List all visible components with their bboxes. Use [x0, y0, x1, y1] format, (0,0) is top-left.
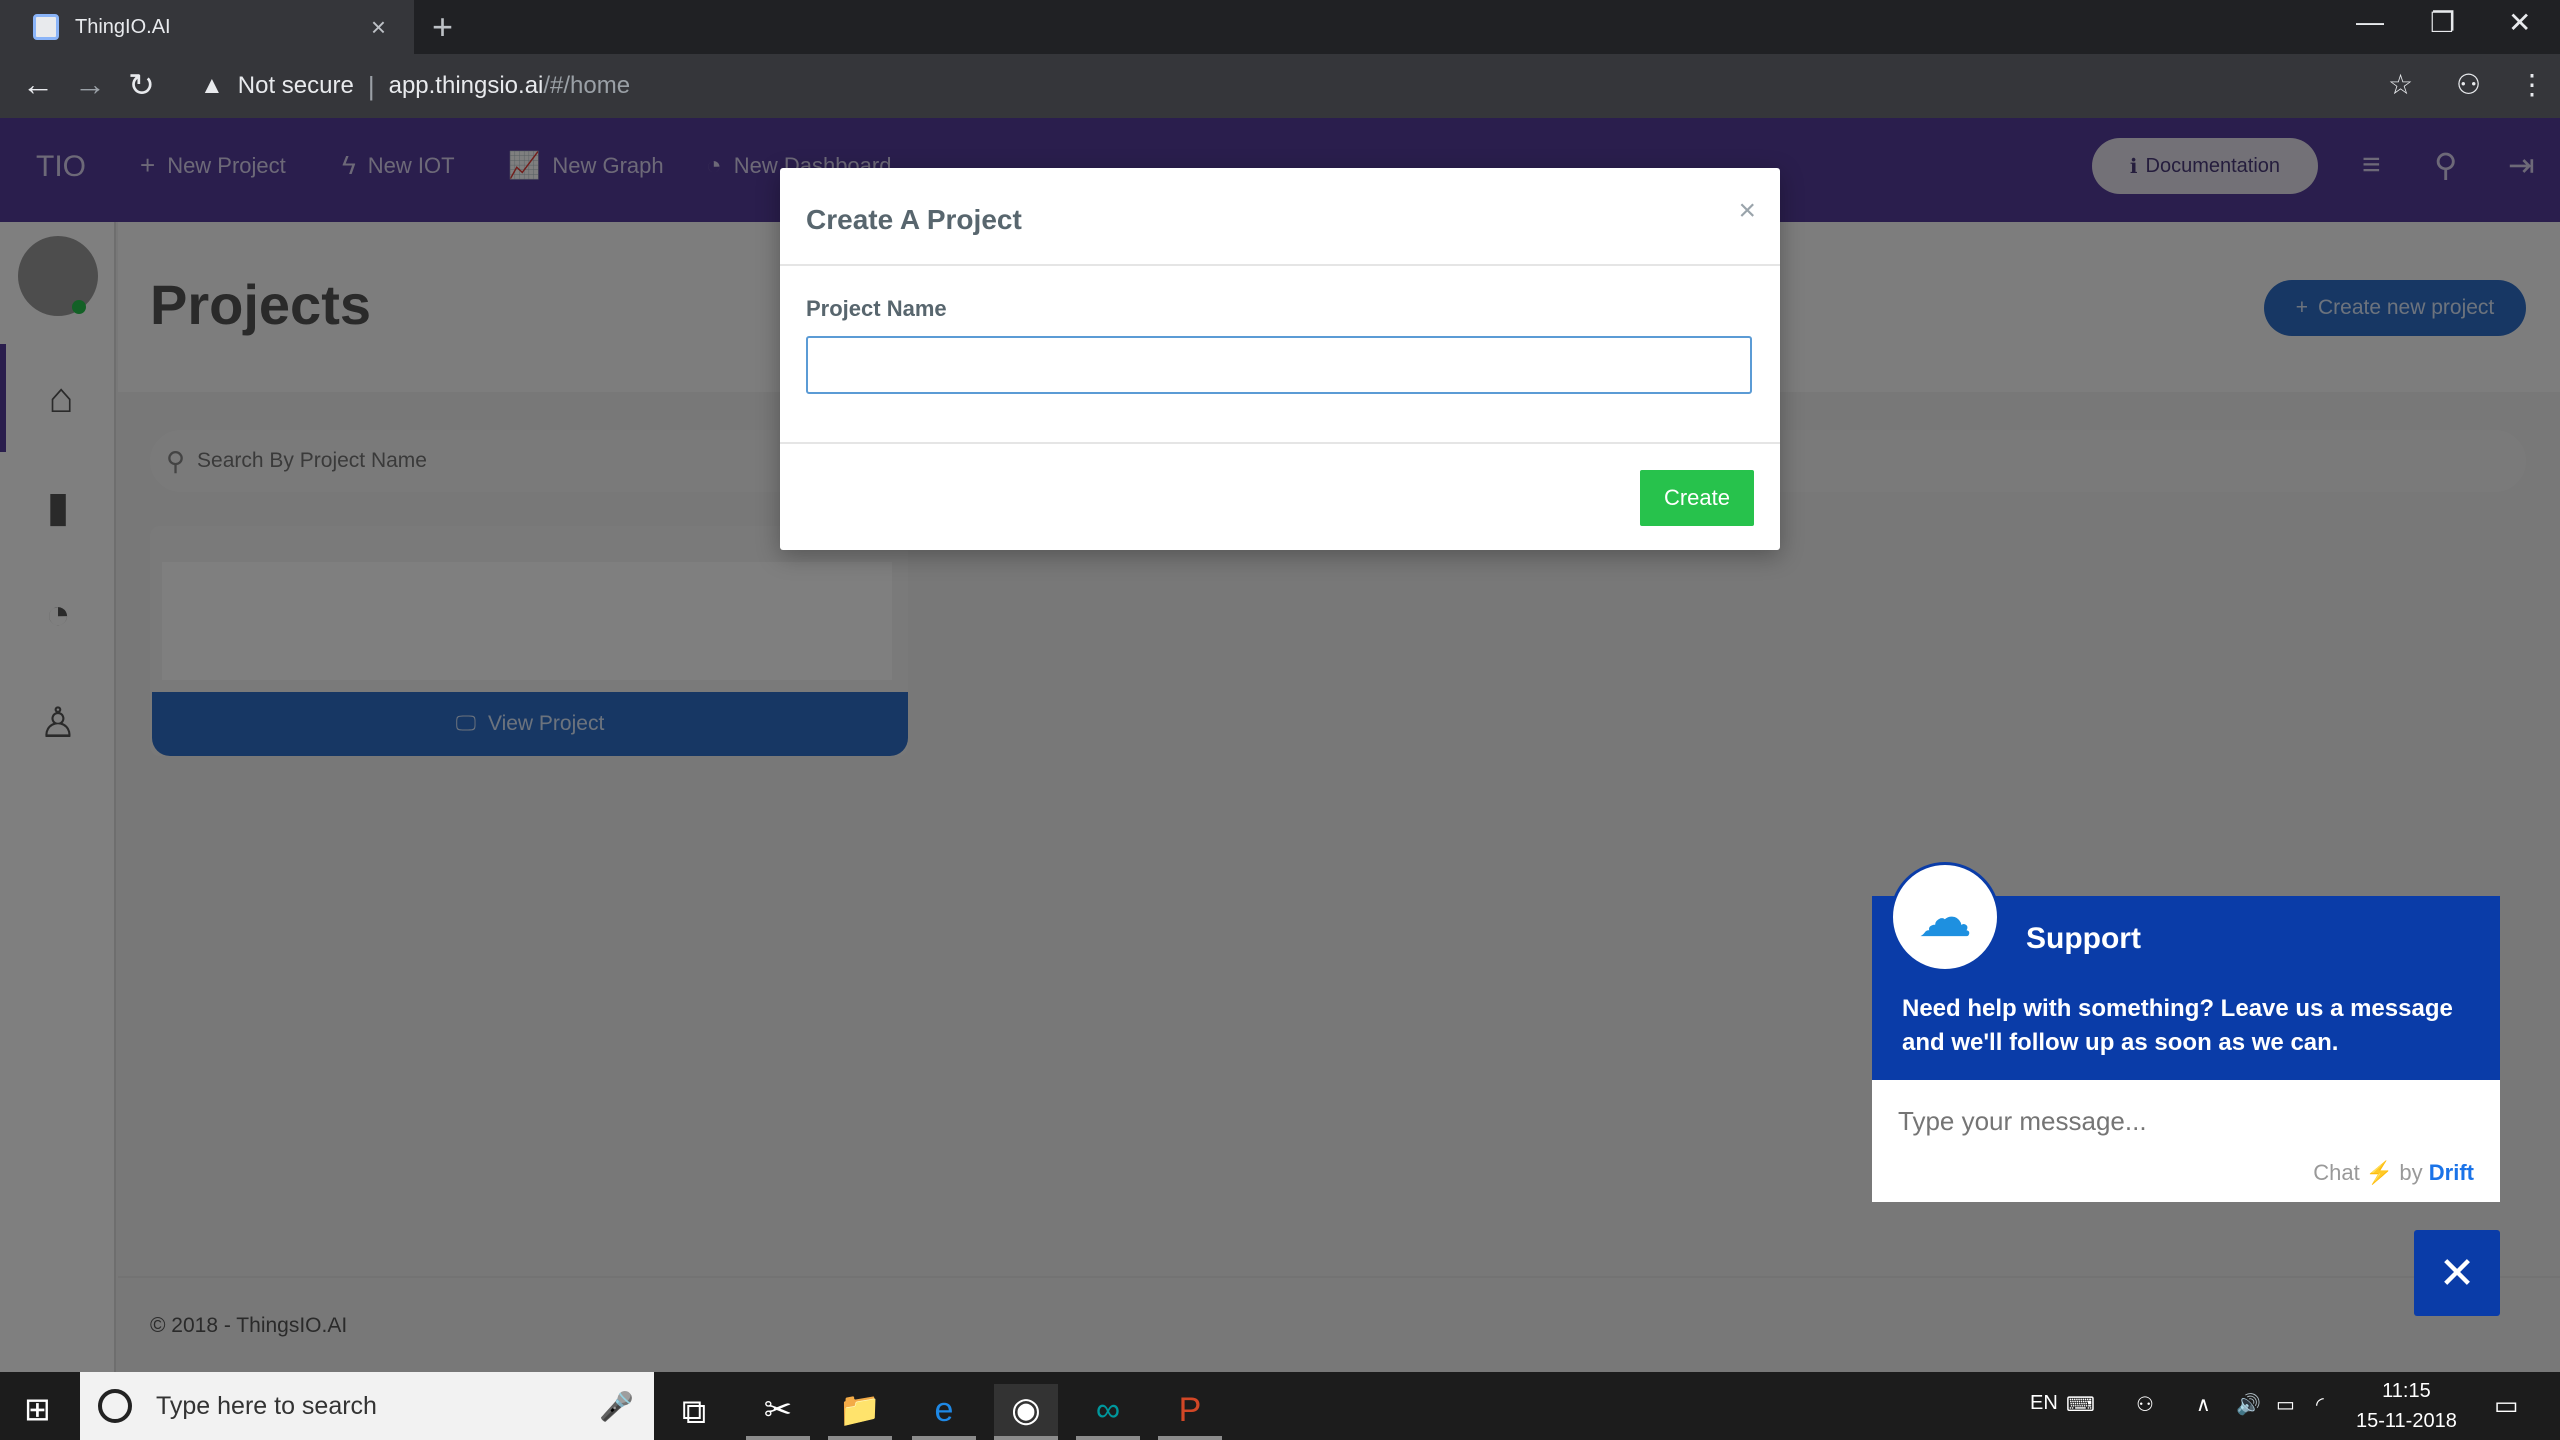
incognito-icon[interactable]: ⚇	[2456, 68, 2481, 101]
chat-message-input[interactable]	[1898, 1106, 2478, 1137]
modal-footer: Create	[780, 442, 1780, 550]
reload-icon[interactable]: ↻	[128, 66, 155, 104]
modal-title: Create A Project	[806, 204, 1022, 235]
credit-chat: Chat	[2313, 1160, 2360, 1185]
arduino-icon[interactable]: ∞	[1076, 1384, 1140, 1440]
not-secure-label: Not secure	[237, 72, 354, 99]
favicon-icon	[33, 14, 59, 40]
chrome-icon[interactable]: ◉	[994, 1384, 1058, 1440]
windows-taskbar: ⊞ Type here to search 🎤 ⧉ ✂ 📁 e ◉ ∞ P EN…	[0, 1372, 2560, 1440]
edge-icon[interactable]: e	[912, 1384, 976, 1440]
url-path: /#/home	[543, 72, 631, 99]
tab-close-icon[interactable]: ×	[371, 12, 386, 43]
taskbar-search-placeholder: Type here to search	[156, 1391, 377, 1420]
powerpoint-icon[interactable]: P	[1158, 1384, 1222, 1440]
people-icon[interactable]: ⚇	[2136, 1392, 2154, 1417]
clock-time: 11:15	[2382, 1380, 2431, 1402]
snipping-app-icon[interactable]: ✂	[746, 1384, 810, 1440]
url-separator: |	[367, 70, 375, 101]
tray-chevron-icon[interactable]: ∧	[2196, 1392, 2211, 1417]
warning-icon: ▲	[200, 72, 224, 99]
taskbar-search[interactable]: Type here to search 🎤	[80, 1372, 654, 1440]
close-window-button[interactable]: ✕	[2508, 6, 2531, 39]
microphone-icon[interactable]: 🎤	[599, 1390, 634, 1423]
back-icon[interactable]: ←	[22, 66, 54, 103]
url-host: app.thingsio.ai	[388, 72, 544, 99]
create-project-modal: Create A Project × Project Name Create	[780, 168, 1780, 550]
browser-tab[interactable]: ThingIO.AI ×	[0, 0, 414, 54]
bookmark-star-icon[interactable]: ☆	[2388, 68, 2413, 101]
credit-by: by	[2399, 1160, 2423, 1185]
volume-icon[interactable]: 🔊	[2236, 1392, 2261, 1417]
project-name-input[interactable]	[806, 336, 1752, 394]
cortana-icon	[98, 1389, 132, 1423]
language-indicator[interactable]: EN	[2030, 1392, 2058, 1415]
credit-brand: Drift	[2428, 1160, 2474, 1185]
project-name-label: Project Name	[806, 296, 947, 321]
support-chat-header: ☁ Support Need help with something? Leav…	[1872, 862, 2500, 1080]
support-message: Need help with something? Leave us a mes…	[1902, 995, 2453, 1056]
notification-icon[interactable]: ▭	[2494, 1390, 2519, 1421]
system-clock[interactable]: 11:15 15-11-2018	[2356, 1376, 2457, 1436]
file-explorer-icon[interactable]: 📁	[828, 1384, 892, 1440]
minimize-button[interactable]: —	[2356, 6, 2384, 38]
cloud-logo-icon: ☁	[1890, 862, 2000, 972]
new-tab-button[interactable]: +	[432, 6, 453, 48]
url-field[interactable]: ▲ Not secure | app.thingsio.ai /#/home	[180, 62, 2380, 110]
support-chat-widget: ☁ Support Need help with something? Leav…	[1872, 862, 2500, 1202]
forward-icon[interactable]: →	[74, 66, 106, 103]
bolt-icon: ⚡	[2365, 1160, 2394, 1185]
tab-title: ThingIO.AI	[75, 15, 171, 38]
wifi-icon[interactable]: ◜	[2316, 1392, 2324, 1417]
task-view-icon[interactable]: ⧉	[662, 1384, 726, 1440]
create-button[interactable]: Create	[1640, 470, 1754, 526]
keyboard-icon[interactable]: ⌨	[2066, 1392, 2095, 1417]
support-title: Support	[2026, 922, 2141, 955]
modal-header: Create A Project ×	[780, 168, 1780, 266]
close-icon[interactable]: ×	[1738, 194, 1756, 228]
browser-tab-bar: ThingIO.AI × + — ❐ ✕	[0, 0, 2560, 54]
support-chat-body: Chat ⚡ by Drift	[1872, 1080, 2500, 1202]
drift-credit[interactable]: Chat ⚡ by Drift	[2313, 1160, 2474, 1186]
clock-date: 15-11-2018	[2356, 1410, 2457, 1432]
menu-dots-icon[interactable]: ⋮	[2518, 68, 2546, 101]
chat-close-button[interactable]: ✕	[2414, 1230, 2500, 1316]
address-bar: ← → ↻ ▲ Not secure | app.thingsio.ai /#/…	[0, 54, 2560, 118]
battery-icon[interactable]: ▭	[2276, 1392, 2295, 1417]
restore-button[interactable]: ❐	[2430, 6, 2455, 39]
windows-start-icon[interactable]: ⊞	[24, 1390, 51, 1428]
